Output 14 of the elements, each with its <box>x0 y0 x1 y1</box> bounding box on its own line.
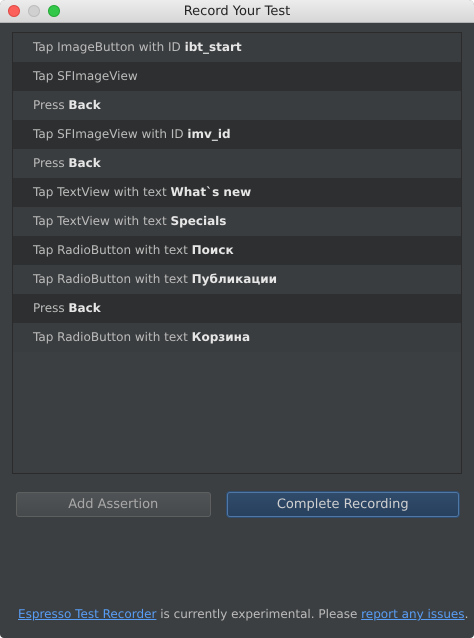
step-row[interactable]: Press Back <box>13 294 461 323</box>
close-button[interactable] <box>8 5 20 17</box>
recorder-link[interactable]: Espresso Test Recorder <box>18 607 156 621</box>
minimize-button[interactable] <box>28 5 40 17</box>
add-assertion-button[interactable]: Add Assertion <box>16 492 211 517</box>
experimental-notice: Espresso Test Recorder is currently experimental. Please report any issues. <box>17 607 470 623</box>
window-title: Record Your Test <box>184 4 290 18</box>
zoom-button[interactable] <box>48 5 60 17</box>
report-issues-link[interactable]: report any issues <box>361 607 465 621</box>
step-row[interactable]: Tap RadioButton with text Поиск <box>13 236 461 265</box>
step-row[interactable]: Tap SFImageView with ID imv_id <box>13 120 461 149</box>
complete-recording-button[interactable]: Complete Recording <box>226 492 459 517</box>
step-row[interactable]: Tap TextView with text What`s new <box>13 178 461 207</box>
step-row[interactable]: Tap SFImageView <box>13 62 461 91</box>
